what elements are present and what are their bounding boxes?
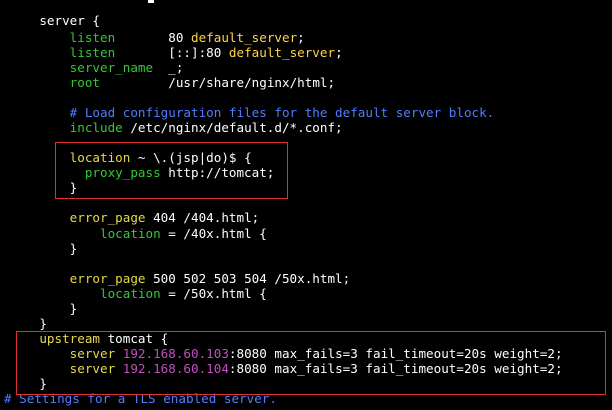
- code-token: 500 502 503 504 /50x.html;: [145, 271, 351, 286]
- code-token: 404 /404.html;: [145, 210, 260, 225]
- code-token: = /40x.html {: [160, 226, 267, 241]
- code-line: # Load configuration files for the defau…: [9, 105, 495, 120]
- code-token: default_server: [228, 45, 336, 60]
- code-token: [::]:80: [115, 45, 229, 60]
- code-line: location = /40x.html {: [9, 226, 267, 241]
- code-line: }: [9, 316, 47, 331]
- location-highlight-box: [55, 142, 288, 199]
- code-token: }: [69, 301, 78, 316]
- code-line: }: [9, 241, 78, 256]
- code-token: ;: [335, 45, 343, 60]
- code-line: error_page 404 /404.html;: [9, 210, 260, 225]
- code-token: /usr/share/nginx/html;: [100, 75, 336, 90]
- terminal-editor[interactable]: server { listen 80 default_server; liste…: [0, 0, 612, 410]
- upstream-highlight-box: [16, 331, 606, 395]
- code-line: }: [9, 301, 78, 316]
- code-token: error_page: [69, 210, 146, 225]
- code-token: 80: [115, 30, 191, 45]
- code-token: }: [69, 241, 78, 256]
- code-token: include: [69, 120, 123, 135]
- code-line: location = /50x.html {: [9, 286, 267, 301]
- code-line: server_name _;: [9, 60, 184, 75]
- code-token: listen: [69, 30, 116, 45]
- code-token: server {: [39, 13, 101, 28]
- code-token: root: [69, 75, 101, 90]
- code-line: error_page 500 502 503 504 /50x.html;: [9, 271, 351, 286]
- code-token: ;: [297, 30, 305, 45]
- code-token: }: [39, 316, 47, 331]
- code-token: location: [100, 286, 161, 301]
- code-line: server {: [9, 13, 100, 28]
- code-token: listen: [69, 45, 116, 60]
- top-edge: [0, 0, 612, 4]
- code-token: default_server: [191, 30, 298, 45]
- code-line: include /etc/nginx/default.d/*.conf;: [9, 120, 343, 135]
- code-token: _;: [153, 60, 184, 75]
- code-token: error_page: [69, 271, 146, 286]
- code-token: location: [100, 226, 161, 241]
- code-token: # Load configuration files for the defau…: [69, 105, 495, 120]
- cursor-fragment: [148, 0, 154, 3]
- code-token: = /50x.html {: [160, 286, 267, 301]
- code-token: /etc/nginx/default.d/*.conf;: [122, 120, 343, 135]
- code-line: listen [::]:80 default_server;: [9, 45, 343, 60]
- code-token: server_name: [69, 60, 154, 75]
- code-line: root /usr/share/nginx/html;: [9, 75, 335, 90]
- code-line: listen 80 default_server;: [9, 30, 305, 45]
